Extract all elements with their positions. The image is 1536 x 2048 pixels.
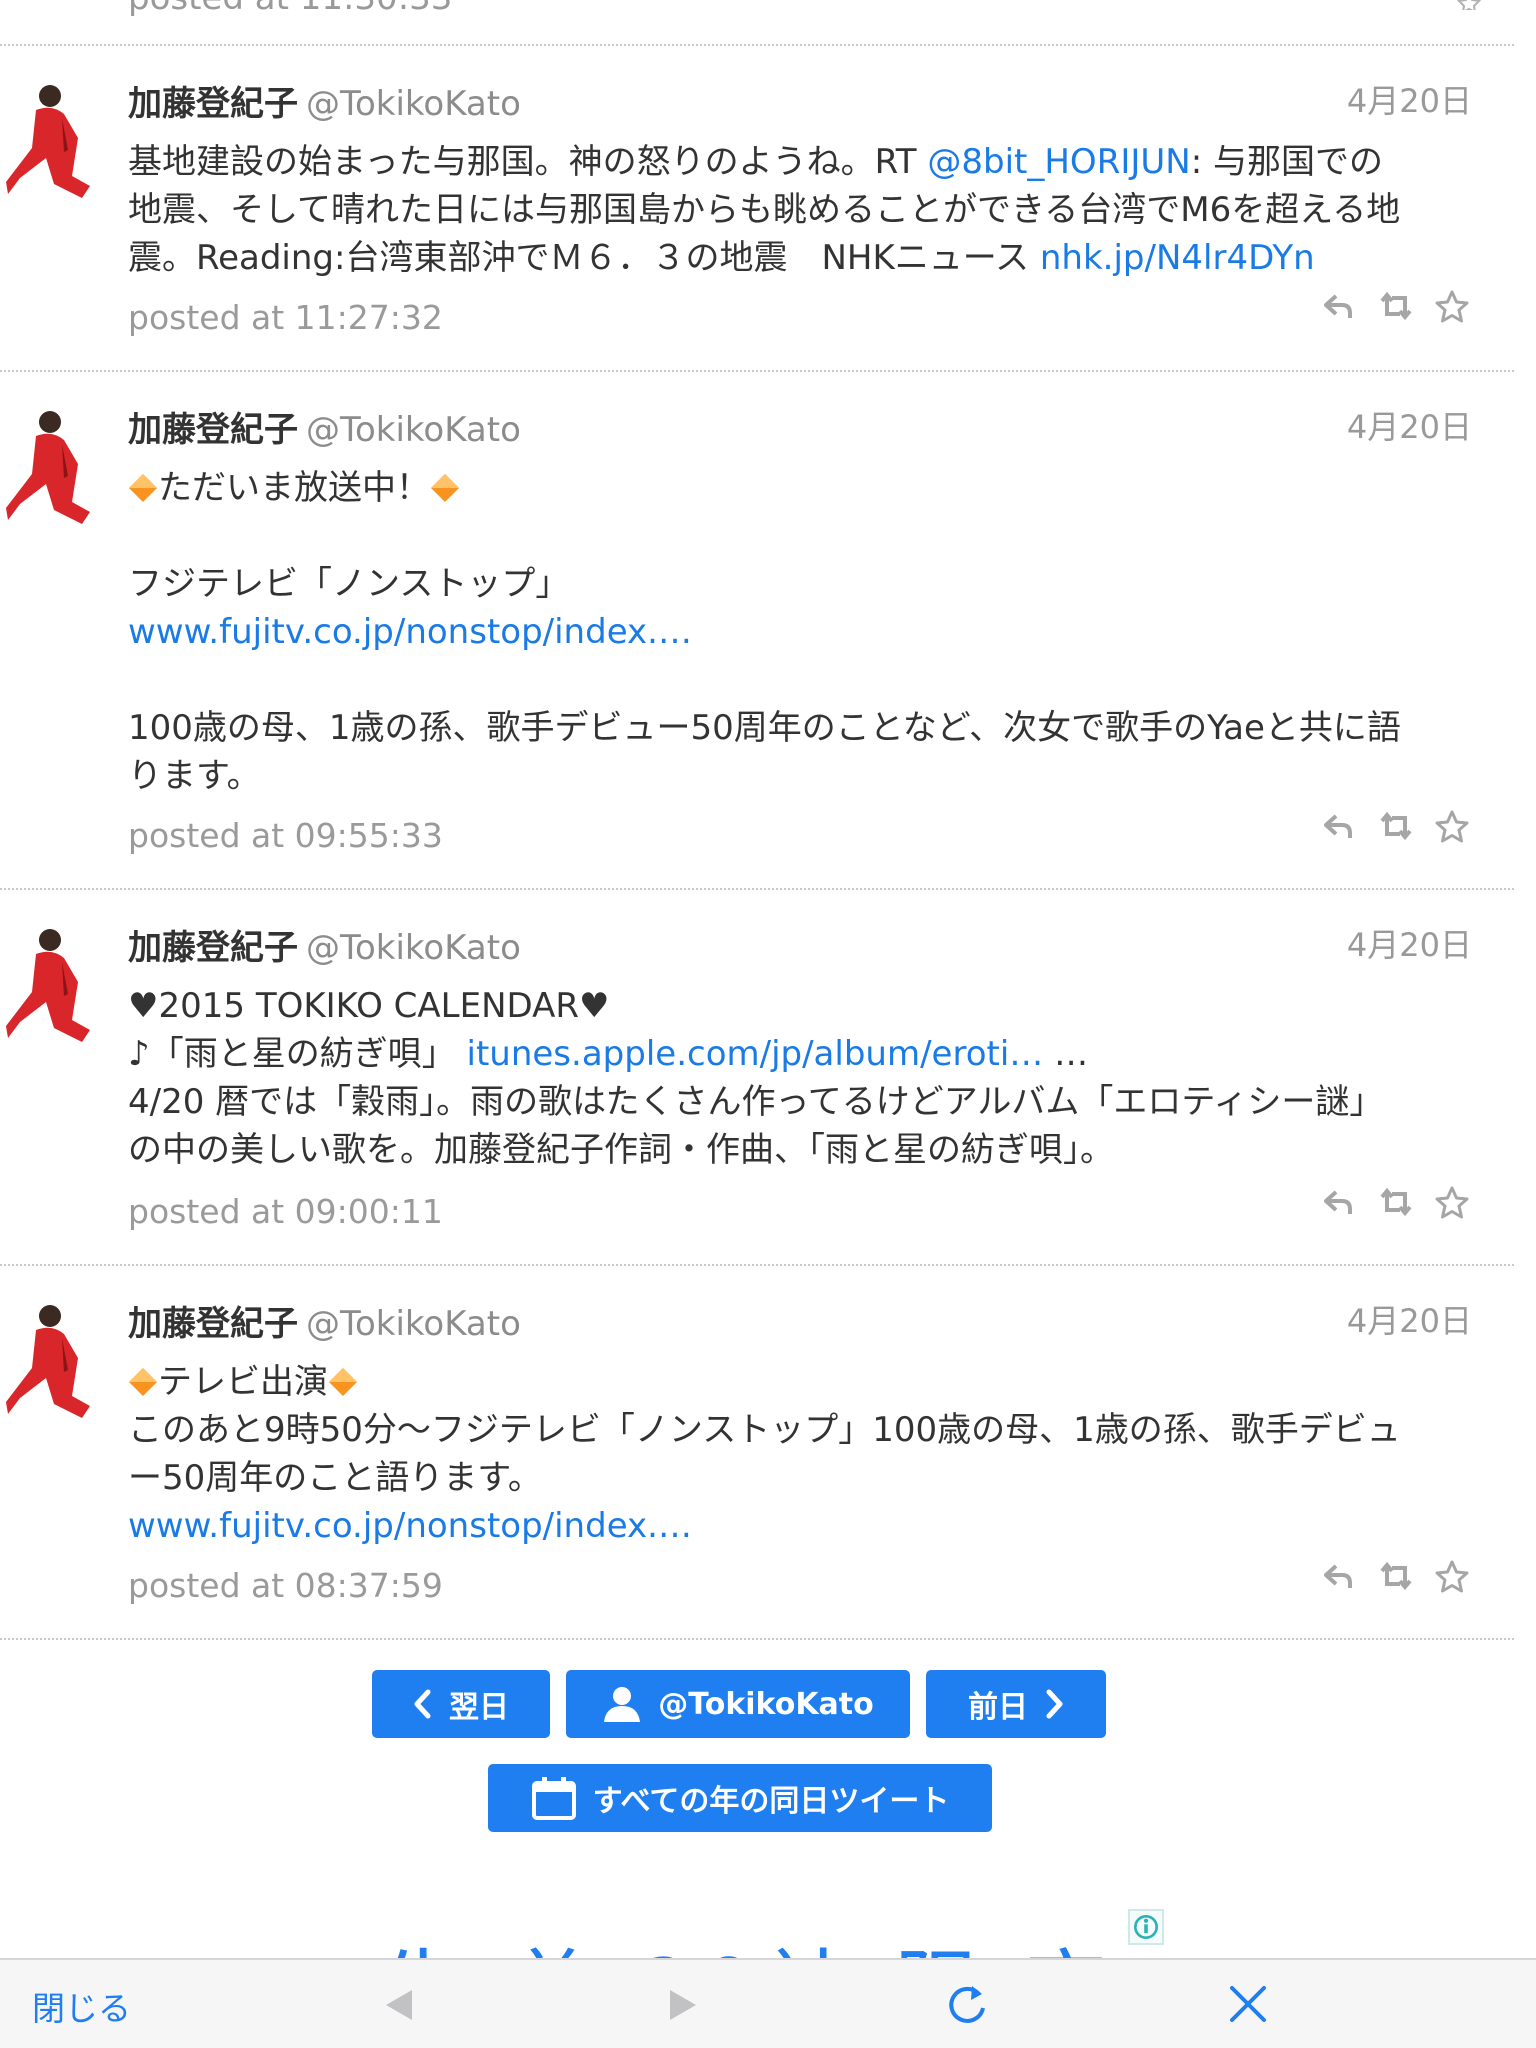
forward-arrow-icon[interactable] [668, 1988, 698, 2022]
ad-info-icon[interactable] [1128, 1909, 1164, 1945]
tweet-author: 加藤登紀子 @TokikoKato [128, 1296, 521, 1345]
tweet-text: 基地建設の始まった与那国。神の怒りのようね。RT @8bit_HORIJUN: … [128, 138, 1478, 282]
text-segment: フジテレビ「ノンストップ」 [128, 564, 570, 604]
text-segment: の中の美しい歌を。加藤登紀子作詞・作曲、「雨と星の紡ぎ唄」。 [128, 1130, 1114, 1170]
tweet-item: 加藤登紀子 @TokikoKato 4月20日 ♥2015 TOKIKO CALE… [0, 888, 1514, 1264]
avatar[interactable] [6, 78, 98, 198]
posted-time: posted at 09:55:33 [128, 816, 443, 855]
text-segment: ります。 [128, 756, 261, 796]
ad-text: 生 姜 20社 限 定 使 [380, 1920, 1140, 1960]
user-profile-label: @TokikoKato [658, 1686, 874, 1722]
url-link[interactable]: itunes.apple.com/jp/album/eroti… [467, 1034, 1044, 1074]
tweet-actions [1322, 290, 1472, 330]
back-arrow-icon[interactable] [384, 1988, 414, 2022]
orange-diamond-icon [129, 1368, 157, 1396]
retweet-icon[interactable] [1378, 810, 1414, 842]
tweet-date[interactable]: 4月20日 [1347, 402, 1472, 448]
retweet-icon[interactable] [1378, 290, 1414, 322]
retweet-icon[interactable] [1378, 1186, 1414, 1218]
tweet-actions [1322, 1186, 1472, 1226]
url-link[interactable]: www.fujitv.co.jp/nonstop/index.… [128, 1506, 692, 1546]
text-segment: 4/20 暦では「穀雨」。雨の歌はたくさん作ってるけどアルバム「エロティシー謎」 [128, 1082, 1384, 1122]
author-handle[interactable]: @TokikoKato [306, 928, 521, 968]
reply-icon[interactable] [1322, 810, 1356, 842]
tweet-date[interactable]: 4月20日 [1347, 920, 1472, 966]
reload-icon[interactable] [944, 1982, 990, 2028]
author-name[interactable]: 加藤登紀子 [128, 84, 298, 124]
favorite-star-icon[interactable] [1434, 1186, 1470, 1220]
tweet-actions [1322, 1560, 1472, 1600]
bottom-toolbar: 閉じる [0, 1958, 1536, 2048]
text-segment: 震。Reading:台湾東部沖でＭ６．３の地震 NHKニュース [128, 238, 1040, 278]
previous-day-label: 前日 [968, 1690, 1028, 1725]
text-segment: : 与那国での [1190, 142, 1383, 182]
tweet-text: テレビ出演このあと9時50分～フジテレビ「ノンストップ」100歳の母、1歳の孫、… [128, 1358, 1478, 1550]
author-name[interactable]: 加藤登紀子 [128, 1304, 298, 1344]
posted-time: posted at 09:00:11 [128, 1192, 443, 1231]
mention-link[interactable]: @8bit_HORIJUN [927, 142, 1190, 182]
avatar[interactable] [6, 404, 98, 524]
previous-day-button[interactable]: 前日 [926, 1670, 1106, 1738]
posted-time: posted at 08:37:59 [128, 1566, 443, 1605]
user-icon [604, 1687, 641, 1722]
next-day-button[interactable]: 翌日 [372, 1670, 550, 1738]
previous-tweet-posted-time: posted at 11:30:33 [128, 0, 452, 18]
same-day-all-years-label: すべての年の同日ツイート [592, 1784, 950, 1819]
text-segment: 100歳の母、1歳の孫、歌手デビュー50周年のことなど、次女で歌手のYaeと共に… [128, 708, 1401, 748]
author-name[interactable]: 加藤登紀子 [128, 410, 298, 450]
text-segment: ただいま放送中！ [158, 468, 430, 508]
url-link[interactable]: www.fujitv.co.jp/nonstop/index.… [128, 612, 692, 652]
close-x-icon[interactable] [1228, 1984, 1268, 2024]
favorite-star-icon[interactable] [1434, 810, 1470, 844]
reply-icon[interactable] [1322, 1560, 1356, 1592]
text-segment: 基地建設の始まった与那国。神の怒りのようね。RT [128, 142, 928, 182]
tweet-item: 加藤登紀子 @TokikoKato 4月20日 テレビ出演このあと9時50分～フジ… [0, 1264, 1514, 1638]
author-handle[interactable]: @TokikoKato [306, 84, 521, 124]
text-segment: … [1043, 1034, 1089, 1074]
favorite-star-icon[interactable] [1434, 1560, 1470, 1594]
tweet-date[interactable]: 4月20日 [1347, 76, 1472, 122]
retweet-icon[interactable] [1378, 1560, 1414, 1592]
author-handle[interactable]: @TokikoKato [306, 410, 521, 450]
author-name[interactable]: 加藤登紀子 [128, 928, 298, 968]
author-handle[interactable]: @TokikoKato [306, 1304, 521, 1344]
text-segment: ー50周年のこと語ります。 [128, 1458, 542, 1498]
calendar-icon [531, 1777, 576, 1820]
tweet-actions [1322, 810, 1472, 850]
star-icon[interactable] [1452, 0, 1486, 10]
text-segment: ♪「雨と星の紡ぎ唄」 [128, 1034, 467, 1074]
text-segment: このあと9時50分～フジテレビ「ノンストップ」100歳の母、1歳の孫、歌手デビュ [128, 1410, 1401, 1450]
text-segment: 地震、そして晴れた日には与那国島からも眺めることができる台湾でM6を超える地 [128, 190, 1401, 230]
avatar[interactable] [6, 1298, 98, 1418]
chevron-left-icon [414, 1689, 431, 1719]
orange-diamond-icon [431, 474, 459, 502]
tweet-divider [0, 1638, 1514, 1640]
tweet-author: 加藤登紀子 @TokikoKato [128, 76, 521, 125]
tweet-date[interactable]: 4月20日 [1347, 1296, 1472, 1342]
text-segment: テレビ出演 [158, 1362, 328, 1402]
tweet-item: 加藤登紀子 @TokikoKato 4月20日 基地建設の始まった与那国。神の怒り… [0, 44, 1514, 370]
avatar[interactable] [6, 922, 98, 1042]
user-profile-button[interactable]: @TokikoKato [566, 1670, 910, 1738]
ad-banner[interactable]: 生 姜 20社 限 定 使 [380, 1912, 1140, 1960]
chevron-right-icon [1046, 1689, 1063, 1719]
tweet-item: 加藤登紀子 @TokikoKato 4月20日 ただいま放送中！ フジテレビ「ノンス… [0, 370, 1514, 888]
tweet-text: ♥2015 TOKIKO CALENDAR♥ ♪「雨と星の紡ぎ唄」 itunes.… [128, 982, 1478, 1174]
text-segment: ♥2015 TOKIKO CALENDAR♥ [128, 986, 610, 1026]
same-day-all-years-button[interactable]: すべての年の同日ツイート [488, 1764, 992, 1832]
next-day-label: 翌日 [449, 1690, 509, 1725]
tweet-author: 加藤登紀子 @TokikoKato [128, 920, 521, 969]
reply-icon[interactable] [1322, 1186, 1356, 1218]
orange-diamond-icon [329, 1368, 357, 1396]
tweet-author: 加藤登紀子 @TokikoKato [128, 402, 521, 451]
favorite-star-icon[interactable] [1434, 290, 1470, 324]
close-button[interactable]: 閉じる [32, 1982, 131, 2030]
reply-icon[interactable] [1322, 290, 1356, 322]
orange-diamond-icon [129, 474, 157, 502]
tweet-text: ただいま放送中！ フジテレビ「ノンストップ」 www.fujitv.co.jp/no… [128, 464, 1478, 800]
posted-time: posted at 11:27:32 [128, 298, 443, 337]
url-link[interactable]: nhk.jp/N4lr4DYn [1040, 238, 1315, 278]
